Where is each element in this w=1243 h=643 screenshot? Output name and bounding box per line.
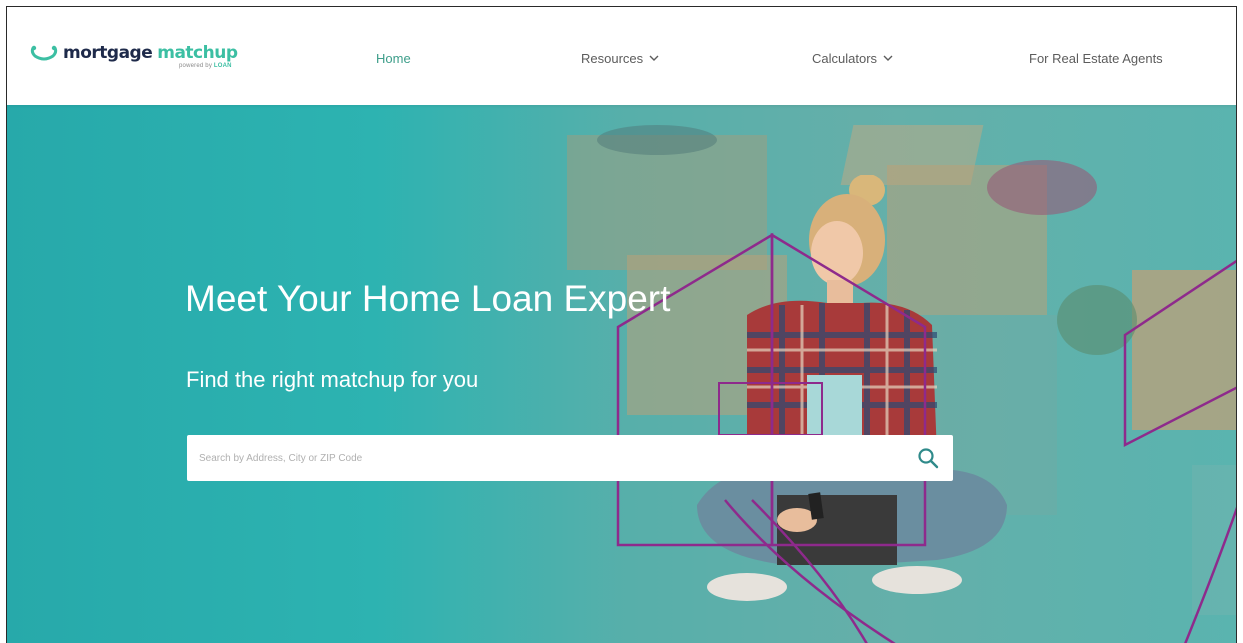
nav-home[interactable]: Home [376, 51, 411, 66]
nav-calculators-label: Calculators [812, 51, 878, 66]
hero-subtitle: Find the right matchup for you [186, 367, 479, 392]
nav-real-estate-agents[interactable]: For Real Estate Agents [1029, 51, 1163, 66]
logo-tagline-prefix: powered by [179, 63, 213, 69]
site-header: mortgage matchup powered by LOAN Home Re… [7, 7, 1236, 105]
search-icon[interactable] [917, 447, 939, 469]
search-input[interactable] [187, 438, 887, 478]
nav-real-estate-agents-label: For Real Estate Agents [1029, 51, 1163, 66]
logo-text-mortgage: mortgage [63, 43, 153, 63]
nav-home-label: Home [376, 51, 411, 66]
browser-page: mortgage matchup powered by LOAN Home Re… [6, 6, 1237, 643]
nav-calculators[interactable]: Calculators [812, 51, 893, 66]
smile-logo-icon [30, 45, 58, 61]
logo-tagline: powered by LOAN [179, 63, 232, 69]
chevron-down-icon [649, 55, 659, 61]
logo-tagline-brand: LOAN [213, 63, 232, 69]
site-logo[interactable]: mortgage matchup powered by LOAN [29, 43, 238, 69]
hero-banner: Meet Your Home Loan Expert Find the righ… [7, 105, 1236, 643]
chevron-down-icon [883, 55, 893, 61]
logo-text-matchup: matchup [157, 43, 238, 63]
search-bar [187, 435, 953, 481]
nav-resources[interactable]: Resources [581, 51, 659, 66]
hero-title: Meet Your Home Loan Expert [185, 278, 671, 319]
nav-resources-label: Resources [581, 51, 644, 66]
